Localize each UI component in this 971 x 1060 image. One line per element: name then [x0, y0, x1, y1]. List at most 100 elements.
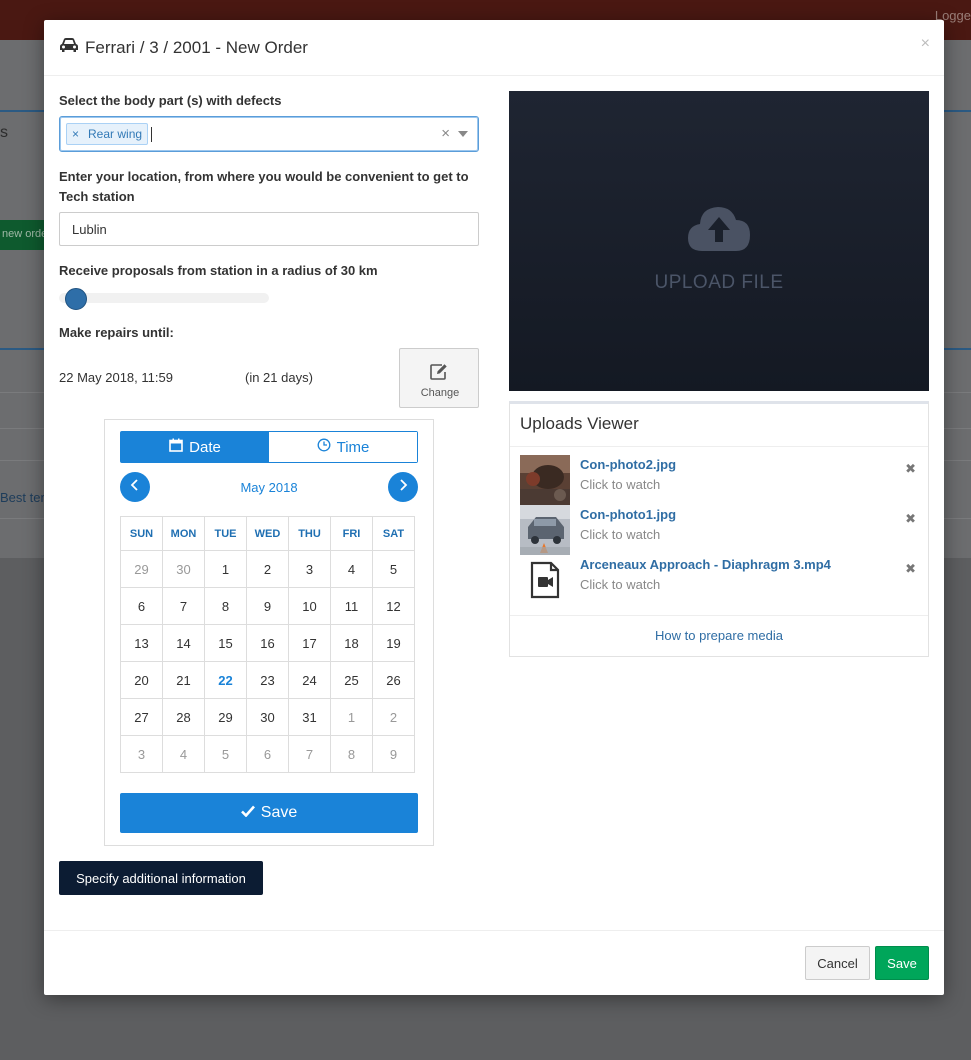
calendar-day[interactable]: 9 [372, 735, 415, 773]
uploads-viewer-title: Uploads Viewer [520, 414, 639, 433]
upload-dropzone[interactable]: UPLOAD FILE [509, 91, 929, 391]
calendar-day[interactable]: 2 [372, 698, 415, 736]
calendar-day[interactable]: 19 [372, 624, 415, 662]
video-file-icon [520, 555, 570, 605]
photo-thumbnail [520, 455, 570, 505]
upload-item-name[interactable]: Con-photo1.jpg [580, 507, 676, 522]
radius-slider-track[interactable] [59, 293, 269, 303]
date-picker: Date Time May 2018 SUN MON TUE WED THU F… [104, 419, 434, 846]
calendar-day[interactable]: 29 [120, 550, 163, 588]
calendar-day[interactable]: 30 [162, 550, 205, 588]
save-button[interactable]: Save [875, 946, 929, 980]
edit-icon [429, 363, 449, 386]
calendar-day-selected[interactable]: 22 [204, 661, 247, 699]
calendar-day[interactable]: 14 [162, 624, 205, 662]
calendar-icon [169, 438, 183, 456]
upload-item-name[interactable]: Con-photo2.jpg [580, 457, 676, 472]
chevron-right-icon [398, 478, 408, 496]
calendar-day[interactable]: 1 [330, 698, 373, 736]
remove-icon[interactable]: ✖ [905, 461, 916, 477]
weekday-header: FRI [330, 516, 373, 551]
calendar-day[interactable]: 8 [204, 587, 247, 625]
location-input[interactable]: Lublin [59, 212, 479, 246]
upload-item-hint[interactable]: Click to watch [580, 527, 660, 542]
calendar-day[interactable]: 31 [288, 698, 331, 736]
calendar-day[interactable]: 6 [120, 587, 163, 625]
change-date-button[interactable]: Change [399, 348, 479, 408]
calendar-day[interactable]: 29 [204, 698, 247, 736]
upload-item[interactable]: Con-photo1.jpg Click to watch ✖ [520, 505, 920, 555]
calendar-day[interactable]: 18 [330, 624, 373, 662]
remove-icon[interactable]: ✖ [905, 561, 916, 577]
upload-item-hint[interactable]: Click to watch [580, 577, 660, 592]
weekday-header: TUE [204, 516, 247, 551]
calendar-day[interactable]: 1 [204, 550, 247, 588]
upload-item[interactable]: Arceneaux Approach - Diaphragm 3.mp4 Cli… [520, 555, 920, 605]
specify-additional-info-button[interactable]: Specify additional information [59, 861, 263, 895]
change-label: Change [420, 387, 460, 399]
calendar-day[interactable]: 21 [162, 661, 205, 699]
calendar-day[interactable]: 16 [246, 624, 289, 662]
calendar-day[interactable]: 2 [246, 550, 289, 588]
clear-selection-icon[interactable]: × [441, 125, 450, 142]
calendar-day[interactable]: 17 [288, 624, 331, 662]
calendar-day[interactable]: 3 [120, 735, 163, 773]
calendar-day[interactable]: 23 [246, 661, 289, 699]
tab-date-label: Date [189, 438, 221, 456]
calendar-day[interactable]: 15 [204, 624, 247, 662]
clock-icon [317, 438, 331, 456]
radius-slider-handle[interactable] [65, 288, 87, 310]
calendar-day[interactable]: 10 [288, 587, 331, 625]
calendar-day[interactable]: 4 [330, 550, 373, 588]
calendar-day[interactable]: 5 [204, 735, 247, 773]
uploads-viewer: Uploads Viewer Con-photo2.jpg Click to w… [509, 401, 929, 657]
calendar-week: 6 7 8 9 10 11 12 [120, 587, 415, 625]
calendar-day[interactable]: 8 [330, 735, 373, 773]
cloud-upload-icon [686, 203, 752, 258]
body-part-label: Select the body part (s) with defects [59, 93, 282, 108]
upload-item-name[interactable]: Arceneaux Approach - Diaphragm 3.mp4 [580, 557, 831, 572]
calendar-day[interactable]: 4 [162, 735, 205, 773]
location-label: Enter your location, from where you woul… [59, 169, 469, 204]
calendar-day[interactable]: 12 [372, 587, 415, 625]
weekday-header: SAT [372, 516, 415, 551]
calendar-week: 29 30 1 2 3 4 5 [120, 550, 415, 588]
calendar-day[interactable]: 30 [246, 698, 289, 736]
calendar-day[interactable]: 20 [120, 661, 163, 699]
calendar-week: 20 21 22 23 24 25 26 [120, 661, 415, 699]
calendar-day[interactable]: 13 [120, 624, 163, 662]
tab-time[interactable]: Time [269, 432, 417, 462]
cancel-button[interactable]: Cancel [805, 946, 870, 980]
calendar-save-button[interactable]: Save [120, 793, 418, 833]
calendar-day[interactable]: 24 [288, 661, 331, 699]
how-to-prepare-media-link[interactable]: How to prepare media [510, 628, 928, 643]
weekday-header: SUN [120, 516, 163, 551]
calendar-day[interactable]: 9 [246, 587, 289, 625]
tab-date[interactable]: Date [121, 432, 269, 462]
chevron-down-icon[interactable] [458, 131, 468, 137]
calendar-day[interactable]: 26 [372, 661, 415, 699]
calendar-day[interactable]: 7 [162, 587, 205, 625]
background-best-fragment: Best ter [0, 490, 45, 505]
calendar-month[interactable]: May 2018 [105, 480, 433, 495]
uploads-viewer-divider [510, 446, 928, 447]
calendar-day[interactable]: 5 [372, 550, 415, 588]
weekday-header: THU [288, 516, 331, 551]
upload-item[interactable]: Con-photo2.jpg Click to watch ✖ [520, 455, 920, 505]
close-icon[interactable]: × [921, 35, 930, 53]
calendar-day[interactable]: 28 [162, 698, 205, 736]
calendar-day[interactable]: 11 [330, 587, 373, 625]
calendar-day[interactable]: 7 [288, 735, 331, 773]
selected-tag: × Rear wing [66, 123, 149, 145]
calendar-day[interactable]: 27 [120, 698, 163, 736]
calendar-day[interactable]: 25 [330, 661, 373, 699]
calendar-day[interactable]: 6 [246, 735, 289, 773]
calendar-day[interactable]: 3 [288, 550, 331, 588]
body-part-select[interactable]: × Rear wing × [59, 116, 479, 152]
tag-remove-icon[interactable]: × [72, 127, 79, 144]
calendar-week: 13 14 15 16 17 18 19 [120, 624, 415, 662]
next-month-button[interactable] [388, 472, 418, 502]
remove-icon[interactable]: ✖ [905, 511, 916, 527]
upload-item-hint[interactable]: Click to watch [580, 477, 660, 492]
modal-footer-divider [44, 930, 944, 931]
